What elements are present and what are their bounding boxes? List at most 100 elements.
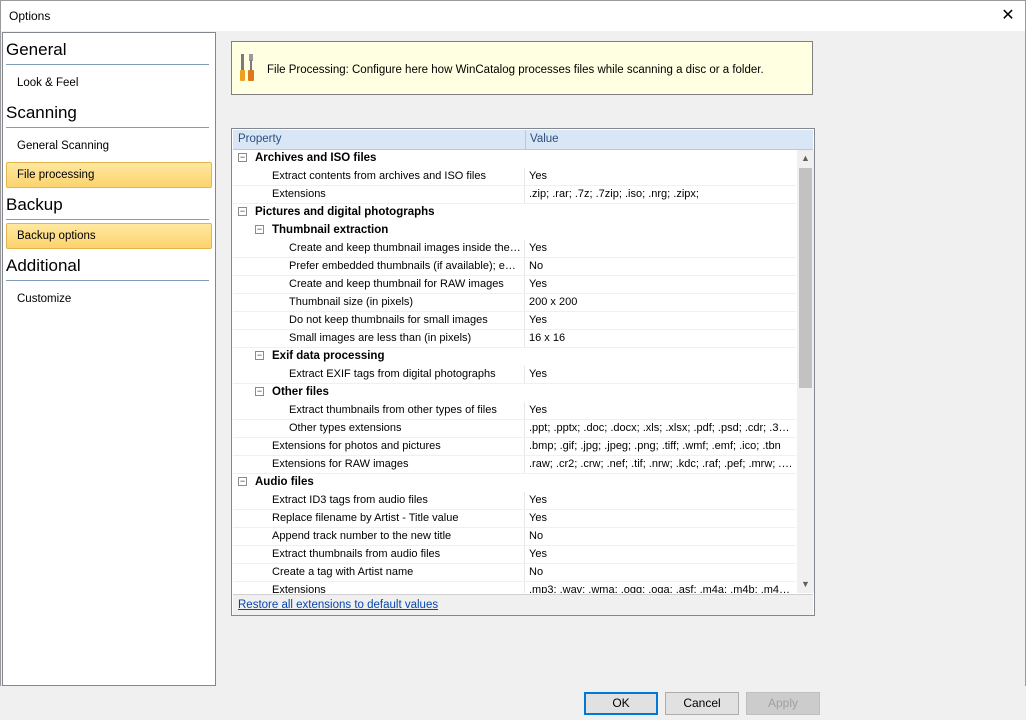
property-row[interactable]: Create a tag with Artist name No	[233, 564, 796, 582]
property-name: Extensions for RAW images	[272, 458, 409, 470]
property-row[interactable]: Extract EXIF tags from digital photograp…	[233, 366, 796, 384]
sidebar-header: Backup	[6, 195, 63, 214]
property-value[interactable]: Yes	[529, 276, 795, 293]
sidebar-item-general-scanning[interactable]: General Scanning	[6, 133, 212, 159]
cell-divider	[524, 438, 525, 455]
property-value[interactable]: No	[529, 258, 795, 275]
sidebar-section-scanning: Scanning General Scanning File processin…	[3, 96, 215, 188]
divider	[6, 64, 209, 65]
category-row[interactable]: − Exif data processing	[233, 348, 796, 366]
property-value[interactable]: Yes	[529, 402, 795, 419]
property-row[interactable]: Do not keep thumbnails for small images Y…	[233, 312, 796, 330]
category-label: Archives and ISO files	[255, 152, 377, 164]
tools-icon	[240, 54, 254, 81]
scroll-down-icon[interactable]: ▼	[797, 576, 814, 593]
property-row[interactable]: Thumbnail size (in pixels) 200 x 200	[233, 294, 796, 312]
collapse-icon[interactable]: −	[238, 477, 247, 486]
property-row[interactable]: Create and keep thumbnail images inside …	[233, 240, 796, 258]
property-row[interactable]: Extract contents from archives and ISO f…	[233, 168, 796, 186]
vertical-scrollbar[interactable]: ▲ ▼	[797, 150, 814, 593]
property-value[interactable]: .bmp; .gif; .jpg; .jpeg; .png; .tiff; .w…	[529, 438, 795, 455]
category-row[interactable]: − Thumbnail extraction	[233, 222, 796, 240]
property-name: Create and keep thumbnail for RAW images	[289, 278, 504, 290]
property-value[interactable]: .raw; .cr2; .crw; .nef; .tif; .nrw; .kdc…	[529, 456, 795, 473]
property-value[interactable]: .mp3; .wav; .wma; .ogg; .oga; .asf; .m4a…	[529, 582, 795, 593]
property-row[interactable]: Replace filename by Artist - Title value…	[233, 510, 796, 528]
collapse-icon[interactable]: −	[255, 387, 264, 396]
cell-divider	[524, 330, 525, 347]
cell-divider	[524, 258, 525, 275]
window-title: Options	[9, 9, 51, 23]
cell-divider	[524, 420, 525, 437]
category-row[interactable]: − Other files	[233, 384, 796, 402]
sidebar-item-backup-options[interactable]: Backup options	[6, 223, 212, 249]
column-header-value[interactable]: Value	[530, 133, 559, 145]
property-row[interactable]: Extensions .mp3; .wav; .wma; .ogg; .oga; …	[233, 582, 796, 593]
restore-defaults-link[interactable]: Restore all extensions to default values	[238, 599, 438, 611]
options-sidebar: General Look & Feel Scanning General Sca…	[2, 32, 216, 686]
property-value[interactable]: Yes	[529, 510, 795, 527]
property-value[interactable]: .ppt; .pptx; .doc; .docx; .xls; .xlsx; .…	[529, 420, 795, 437]
sidebar-item-customize[interactable]: Customize	[6, 286, 212, 312]
grid-header: Property Value	[233, 130, 813, 150]
property-row[interactable]: Extensions .zip; .rar; .7z; .7zip; .iso; …	[233, 186, 796, 204]
property-value[interactable]: 200 x 200	[529, 294, 795, 311]
property-value[interactable]: Yes	[529, 366, 795, 383]
property-row[interactable]: Append track number to the new title No	[233, 528, 796, 546]
property-value[interactable]: No	[529, 528, 795, 545]
property-value[interactable]: Yes	[529, 492, 795, 509]
collapse-icon[interactable]: −	[255, 225, 264, 234]
column-divider[interactable]	[525, 130, 526, 149]
scroll-thumb[interactable]	[799, 168, 812, 388]
property-row[interactable]: Extensions for RAW images .raw; .cr2; .cr…	[233, 456, 796, 474]
cell-divider	[524, 240, 525, 257]
property-row[interactable]: Extract thumbnails from audio files Yes	[233, 546, 796, 564]
collapse-icon[interactable]: −	[238, 153, 247, 162]
category-row[interactable]: − Archives and ISO files	[233, 150, 796, 168]
property-row[interactable]: Prefer embedded thumbnails (if available…	[233, 258, 796, 276]
property-row[interactable]: Small images are less than (in pixels) 16…	[233, 330, 796, 348]
property-name: Extensions	[272, 584, 326, 593]
property-row[interactable]: Extract ID3 tags from audio files Yes	[233, 492, 796, 510]
property-value[interactable]: Yes	[529, 312, 795, 329]
property-name: Prefer embedded thumbnails (if available…	[289, 260, 521, 272]
property-grid[interactable]: Property Value − Archives and ISO files Ex…	[231, 128, 815, 616]
property-name: Other types extensions	[289, 422, 402, 434]
property-row[interactable]: Other types extensions .ppt; .pptx; .doc;…	[233, 420, 796, 438]
collapse-icon[interactable]: −	[238, 207, 247, 216]
property-value[interactable]: .zip; .rar; .7z; .7zip; .iso; .nrg; .zip…	[529, 186, 795, 203]
cell-divider	[524, 456, 525, 473]
property-row[interactable]: Extract thumbnails from other types of f…	[233, 402, 796, 420]
category-row[interactable]: − Audio files	[233, 474, 796, 492]
apply-button[interactable]: Apply	[746, 692, 820, 715]
property-name: Extract thumbnails from other types of f…	[289, 404, 497, 416]
column-header-property[interactable]: Property	[238, 133, 281, 145]
title-bar: Options ✕	[1, 1, 1025, 31]
scroll-up-icon[interactable]: ▲	[797, 150, 814, 167]
sidebar-item-file-processing[interactable]: File processing	[6, 162, 212, 188]
property-name: Create and keep thumbnail images inside …	[289, 242, 521, 254]
property-value[interactable]: No	[529, 564, 795, 581]
property-row[interactable]: Extensions for photos and pictures .bmp; …	[233, 438, 796, 456]
sidebar-section-general: General Look & Feel	[3, 33, 215, 96]
property-name: Extract thumbnails from audio files	[272, 548, 441, 560]
category-label: Pictures and digital photographs	[255, 206, 435, 218]
ok-button[interactable]: OK	[584, 692, 658, 715]
property-value[interactable]: Yes	[529, 168, 795, 185]
info-banner: File Processing: Configure here how WinC…	[231, 41, 813, 95]
sidebar-header: General	[6, 40, 67, 59]
collapse-icon[interactable]: −	[255, 351, 264, 360]
property-value[interactable]: Yes	[529, 546, 795, 563]
grid-footer: Restore all extensions to default values	[233, 594, 813, 615]
category-row[interactable]: − Pictures and digital photographs	[233, 204, 796, 222]
property-name: Extract ID3 tags from audio files	[272, 494, 428, 506]
property-row[interactable]: Create and keep thumbnail for RAW images…	[233, 276, 796, 294]
cell-divider	[524, 546, 525, 563]
sidebar-item-look-and-feel[interactable]: Look & Feel	[6, 70, 212, 96]
property-value[interactable]: Yes	[529, 240, 795, 257]
cell-divider	[524, 276, 525, 293]
property-name: Extract contents from archives and ISO f…	[272, 170, 486, 182]
cancel-button[interactable]: Cancel	[665, 692, 739, 715]
close-icon[interactable]: ✕	[997, 5, 1019, 27]
property-value[interactable]: 16 x 16	[529, 330, 795, 347]
